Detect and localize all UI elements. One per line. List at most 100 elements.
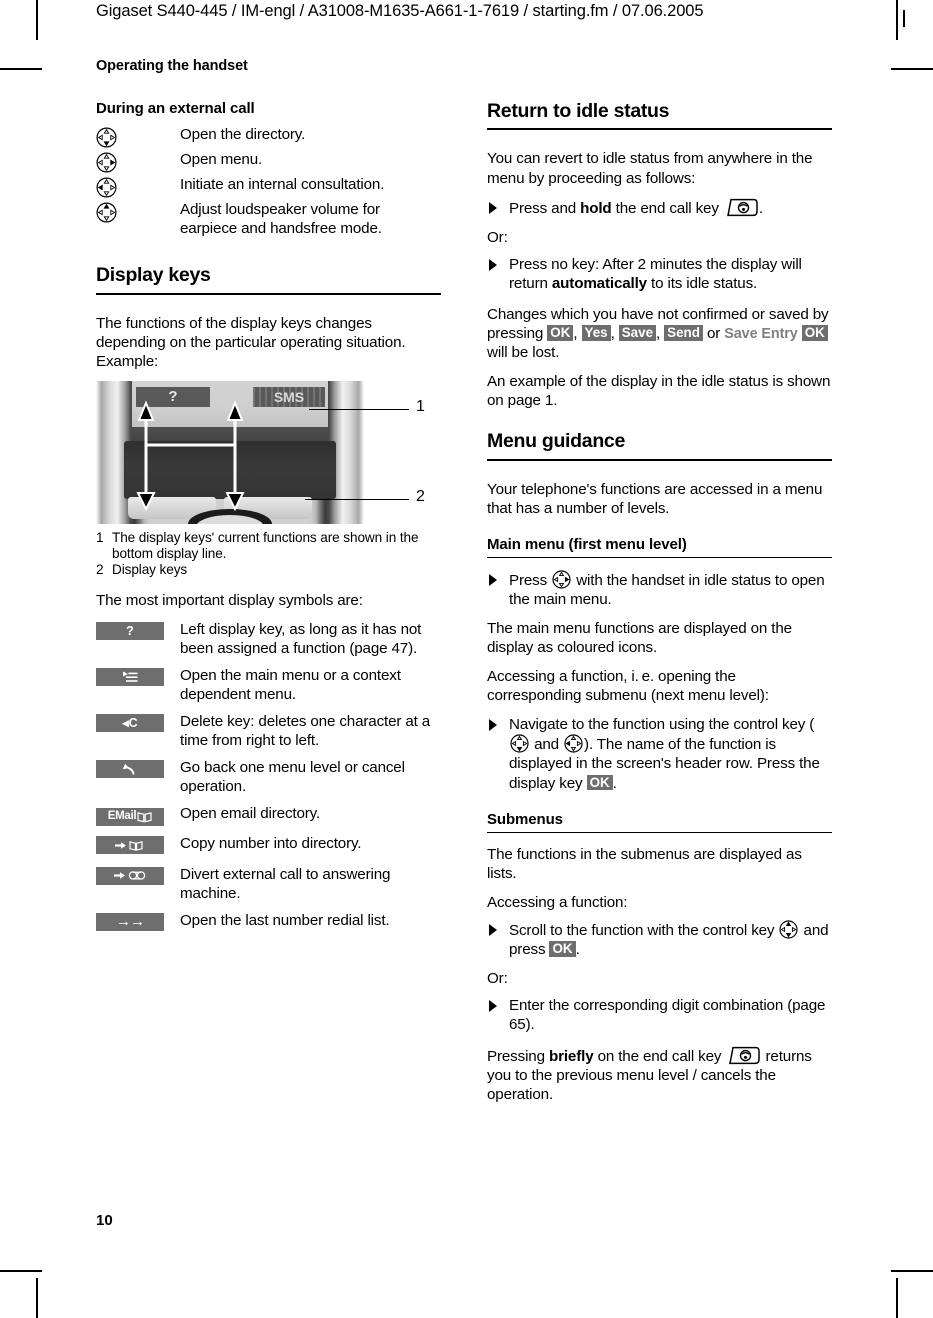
- save-entry-label: Save Entry: [724, 325, 798, 342]
- heading-during-external-call: During an external call: [96, 100, 255, 117]
- closing-bold: briefly: [548, 1048, 594, 1066]
- divert-to-answering-machine-softkey-icon: [96, 866, 164, 885]
- redial-list-softkey-icon: →→: [96, 912, 164, 931]
- badge-yes[interactable]: Yes: [581, 324, 611, 341]
- step-enter-digit-combination: Enter the corresponding digit combinatio…: [487, 996, 832, 1034]
- step-bullet-triangle-icon: [489, 719, 497, 732]
- delete-backspace-softkey-icon: ◂C: [96, 714, 164, 733]
- right-column: Return to idle status You can revert to …: [487, 100, 832, 1105]
- sub-step-end: .: [575, 940, 580, 958]
- symbol-cell: [96, 758, 180, 781]
- delete-softkey-label: ◂C: [122, 716, 138, 731]
- symbol-row-text: Open email directory.: [180, 805, 321, 823]
- email-directory-softkey-icon: EMail: [96, 808, 164, 827]
- control-key-right-icon: [96, 152, 117, 173]
- menu-list-softkey-icon: [96, 667, 164, 686]
- sub-step-pre: Scroll to the function with the control …: [509, 921, 779, 939]
- symbol-cell: ?: [96, 620, 180, 641]
- step-text-bold: automatically: [551, 274, 647, 292]
- end-call-key-icon: [726, 1046, 761, 1065]
- step-press-control-key-idle: Press with the handset in idle status to…: [487, 570, 832, 609]
- crop-mark-top-right-v: [896, 0, 898, 40]
- symbol-row-delete-key: ◂C Delete key: deletes one character at …: [96, 712, 441, 750]
- crop-mark-bottom-right: [891, 1270, 933, 1272]
- redial-softkey-label: →→: [116, 913, 145, 931]
- changes-post: will be lost.: [487, 344, 560, 362]
- display-keys-intro: The functions of the display keys change…: [96, 314, 406, 370]
- submenus-accessing: Accessing a function:: [487, 893, 628, 911]
- end-call-key-icon: [724, 198, 758, 217]
- callout-leader-2: [305, 498, 409, 501]
- heading-display-keys: Display keys: [96, 264, 441, 295]
- email-softkey-label: EMail: [107, 810, 137, 823]
- badge-ok[interactable]: OK: [547, 324, 574, 341]
- nav-text-end: .: [612, 774, 617, 792]
- control-key-updown-icon: [779, 920, 799, 939]
- symbol-cell: ◂C: [96, 712, 180, 733]
- control-key-down-icon: [510, 734, 529, 753]
- control-key-cell: [96, 150, 180, 173]
- step-bullet-triangle-icon: [489, 201, 497, 214]
- key-row-text: Initiate an internal consultation.: [180, 176, 385, 193]
- callout-leader-1: [309, 408, 409, 411]
- step-text-post: the end call key: [611, 199, 723, 217]
- crop-mark-bottom-left: [0, 1270, 42, 1272]
- figure-caption-line-1: 1 The display keys' current functions ar…: [96, 530, 441, 563]
- symbol-cell: EMail: [96, 804, 180, 827]
- closing-pre: Pressing: [487, 1048, 549, 1066]
- control-key-right-icon: [552, 570, 571, 589]
- key-row-adjust-volume: Adjust loudspeaker volume for earpiece a…: [96, 200, 441, 238]
- idle-status-example: An example of the display in the idle st…: [487, 373, 831, 410]
- comma-1: ,: [573, 324, 582, 342]
- figure-caption-text-1: The display keys' current functions are …: [112, 529, 419, 562]
- badge-ok-3[interactable]: OK: [586, 774, 613, 791]
- badge-ok-2[interactable]: OK: [801, 324, 828, 341]
- step-scroll-to-function: Scroll to the function with the control …: [487, 920, 832, 959]
- step-text-pre: Press and: [509, 199, 581, 217]
- key-row-text: Open the directory.: [180, 126, 306, 143]
- badge-ok-4[interactable]: OK: [549, 940, 576, 957]
- or-label-1: Or:: [487, 228, 508, 246]
- symbol-row-menu-key: Open the main menu or a context dependen…: [96, 666, 441, 704]
- step-bullet-triangle-icon: [489, 1000, 497, 1013]
- symbol-row-text: Open the last number redial list.: [180, 911, 390, 929]
- key-row-open-directory: Open the directory.: [96, 125, 441, 148]
- menu-guidance-intro: Your telephone's functions are accessed …: [487, 480, 823, 517]
- sub-step-2-text: Enter the corresponding digit combinatio…: [509, 997, 826, 1034]
- handset-display-keys-figure: ? SMS 1 2: [96, 380, 440, 524]
- main-menu-paragraph-1: The main menu functions are displayed on…: [487, 620, 792, 657]
- symbol-row-text: Go back one menu level or cancel operati…: [180, 759, 405, 796]
- key-row-open-menu: Open menu.: [96, 150, 441, 173]
- step-press-no-key: Press no key: After 2 minutes the displa…: [487, 255, 832, 293]
- symbols-intro: The most important display symbols are:: [96, 591, 363, 609]
- badge-send[interactable]: Send: [664, 324, 703, 341]
- changes-or: or: [702, 324, 721, 342]
- chapter-title: Operating the handset: [96, 58, 248, 74]
- symbol-cell: [96, 666, 180, 689]
- badge-save[interactable]: Save: [618, 324, 657, 341]
- crop-mark-top-left: [0, 68, 42, 70]
- callout-number-2: 2: [416, 487, 425, 505]
- nav-text-mid: and: [530, 736, 564, 754]
- symbol-row-redial-key: →→ Open the last number redial list.: [96, 911, 441, 932]
- control-key-left-icon: [564, 734, 583, 753]
- question-mark-softkey-label: ?: [126, 623, 134, 638]
- symbol-cell: →→: [96, 911, 180, 932]
- closing-mid: on the end call key: [593, 1048, 726, 1066]
- pressing-briefly-paragraph: Pressing briefly on the end call key ret…: [487, 1046, 832, 1104]
- symbol-row-text: Delete key: deletes one character at a t…: [180, 713, 431, 750]
- page-number: 10: [96, 1212, 113, 1229]
- symbol-row-divert-to-answering-machine-key: Divert external call to answering machin…: [96, 865, 441, 903]
- control-key-cell: [96, 175, 180, 198]
- return-idle-intro: You can revert to idle status from anywh…: [487, 150, 813, 187]
- symbol-row-back-key: Go back one menu level or cancel operati…: [96, 758, 441, 796]
- symbol-row-text: Left display key, as long as it has not …: [180, 620, 422, 657]
- heading-menu-guidance: Menu guidance: [487, 430, 832, 461]
- figure-caption-num-2: 2: [96, 562, 104, 578]
- step-bullet-triangle-icon: [489, 573, 497, 586]
- crop-mark-bottom-left-v: [36, 1278, 38, 1318]
- figure-caption-line-2: 2 Display keys: [96, 562, 441, 578]
- copy-to-directory-softkey-icon: [96, 836, 164, 855]
- symbol-row-text: Open the main menu or a context dependen…: [180, 666, 401, 704]
- symbol-row-question-key: ? Left display key, as long as it has no…: [96, 620, 441, 658]
